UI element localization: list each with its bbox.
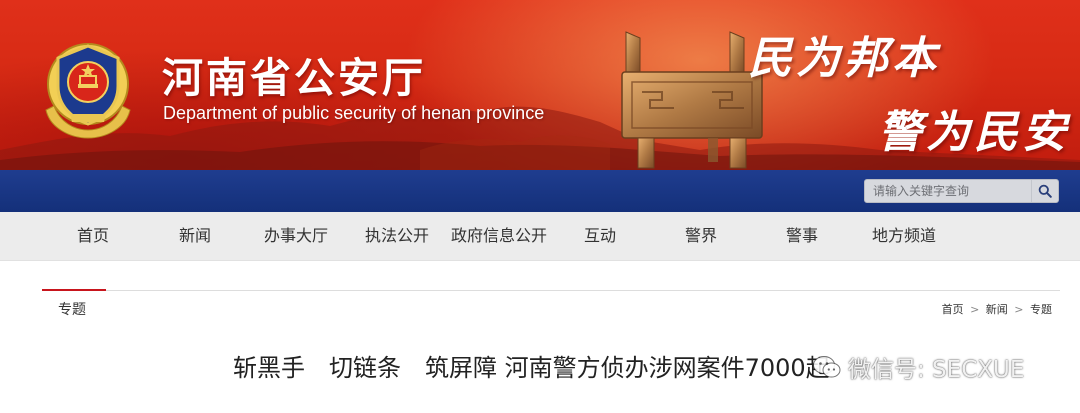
header-banner: 河南省公安厅 Department of public security of … (0, 0, 1080, 170)
search-bar-strip (0, 170, 1080, 212)
watermark-text: 微信号: SECXUE (848, 357, 1025, 383)
site-subtitle: Department of public security of henan p… (163, 103, 545, 123)
search-box (864, 179, 1059, 203)
nav-item-police-affairs[interactable]: 警事 (786, 212, 818, 260)
nav-item-news[interactable]: 新闻 (179, 212, 211, 260)
breadcrumb-separator: > (1014, 303, 1024, 316)
search-button[interactable] (1031, 180, 1058, 202)
slogan-line-1: 民为邦本 (748, 33, 940, 84)
wechat-icon (813, 356, 841, 378)
nav-item-interaction[interactable]: 互动 (584, 212, 616, 260)
nav-item-gov-info[interactable]: 政府信息公开 (451, 212, 547, 260)
nav-item-law-enforcement[interactable]: 执法公开 (365, 212, 429, 260)
section-label: 专题 (58, 302, 86, 318)
section-divider (106, 290, 1060, 291)
breadcrumb-current: 专题 (1030, 303, 1052, 316)
article-title: 斩黑手 切链条 筑屏障 河南警方侦办涉网案件7000起 (233, 354, 830, 382)
site-title: 河南省公安厅 (162, 54, 426, 102)
breadcrumb-separator: > (970, 303, 980, 316)
search-input[interactable] (865, 180, 1033, 202)
search-icon (1038, 184, 1052, 198)
police-emblem-icon (45, 43, 131, 139)
main-nav: 首页 新闻 办事大厅 执法公开 政府信息公开 互动 警界 警事 地方频道 (0, 212, 1080, 261)
slogan-line-2: 警为民安 (878, 107, 1070, 158)
nav-item-home[interactable]: 首页 (77, 212, 109, 260)
section-tab-underline (42, 289, 106, 291)
breadcrumb-news[interactable]: 新闻 (986, 303, 1008, 316)
nav-item-service-hall[interactable]: 办事大厅 (264, 212, 328, 260)
nav-item-police-world[interactable]: 警界 (685, 212, 717, 260)
breadcrumb: 首页 > 新闻 > 专题 (942, 301, 1052, 317)
breadcrumb-home[interactable]: 首页 (942, 303, 964, 316)
nav-item-local-channels[interactable]: 地方频道 (872, 212, 936, 260)
wechat-watermark: 微信号: SECXUE (812, 350, 1024, 384)
